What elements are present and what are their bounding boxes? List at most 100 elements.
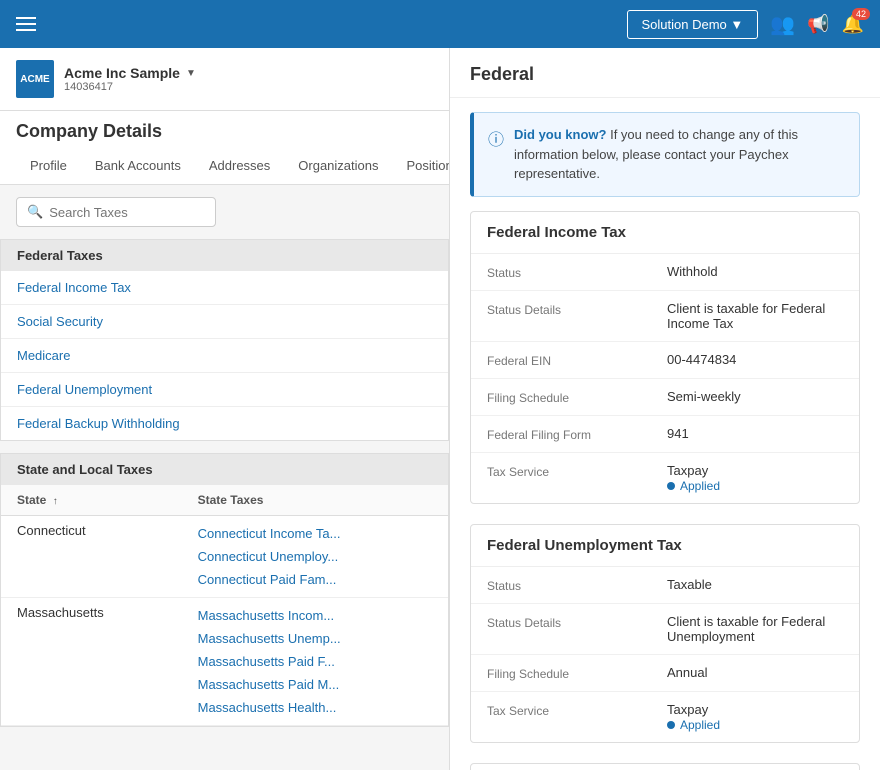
state-taxes-column-header: State Taxes: [182, 485, 448, 516]
search-wrapper: 🔍: [16, 197, 216, 227]
info-icon: ⓘ: [488, 126, 504, 150]
tab-profile[interactable]: Profile: [16, 150, 81, 184]
detail-value-status: Withhold: [667, 264, 843, 279]
state-massachusetts: Massachusetts: [1, 598, 182, 726]
detail-label: Tax Service: [487, 463, 667, 479]
federal-backup-withholding-card-title: Federal Backup Withholding: [471, 764, 859, 770]
detail-value-ein: 00-4474834: [667, 352, 843, 367]
people-icon[interactable]: 👥: [770, 12, 795, 37]
detail-row-ein: Federal EIN 00-4474834: [471, 342, 859, 379]
tab-positions[interactable]: Positions: [393, 150, 451, 184]
tax-item-federal-income[interactable]: Federal Income Tax: [1, 271, 448, 305]
detail-value-status-details: Client is taxable for Federal Unemployme…: [667, 614, 843, 644]
company-id: 14036417: [64, 81, 196, 93]
detail-label: Filing Schedule: [487, 665, 667, 681]
federal-taxes-section: Federal Taxes Federal Income Tax Social …: [0, 239, 449, 441]
massachusetts-taxes: Massachusetts Incom... Massachusetts Une…: [182, 598, 448, 726]
detail-row-tax-service: Tax Service Taxpay Applied: [471, 692, 859, 742]
content-area: ACME Acme Inc Sample ▼ 14036417 Company …: [0, 48, 880, 770]
detail-row-filing-schedule: Filing Schedule Annual: [471, 655, 859, 692]
detail-label: Status: [487, 264, 667, 280]
detail-row-tax-service: Tax Service Taxpay Applied: [471, 453, 859, 503]
detail-value-filing-schedule: Annual: [667, 665, 843, 680]
ma-unemploy-link[interactable]: Massachusetts Unemp...: [198, 628, 432, 649]
detail-value-filing-schedule: Semi-weekly: [667, 389, 843, 404]
tab-organizations[interactable]: Organizations: [284, 150, 392, 184]
detail-label: Federal EIN: [487, 352, 667, 368]
tax-item-federal-backup[interactable]: Federal Backup Withholding: [1, 407, 448, 440]
company-logo: ACME: [16, 60, 54, 98]
ma-paid-m-link[interactable]: Massachusetts Paid M...: [198, 674, 432, 695]
detail-value-tax-service: Taxpay Applied: [667, 702, 843, 732]
left-panel: ACME Acme Inc Sample ▼ 14036417 Company …: [0, 48, 450, 770]
federal-unemployment-tax-card-title: Federal Unemployment Tax: [471, 525, 859, 567]
detail-row-filing-schedule: Filing Schedule Semi-weekly: [471, 379, 859, 416]
detail-value-status: Taxable: [667, 577, 843, 592]
tabs: Profile Bank Accounts Addresses Organiza…: [16, 150, 433, 184]
detail-label: Filing Schedule: [487, 389, 667, 405]
solution-demo-button[interactable]: Solution Demo ▼: [627, 10, 759, 39]
company-name[interactable]: Acme Inc Sample ▼: [64, 65, 196, 81]
ct-paid-fam-link[interactable]: Connecticut Paid Fam...: [198, 569, 432, 590]
right-panel-title: Federal: [470, 64, 860, 85]
detail-label: Federal Filing Form: [487, 426, 667, 442]
ct-income-tax-link[interactable]: Connecticut Income Ta...: [198, 523, 432, 544]
nav-left: [16, 17, 36, 31]
info-banner-text: Did you know? If you need to change any …: [514, 125, 845, 184]
detail-value-tax-service: Taxpay Applied: [667, 463, 843, 493]
notification-badge: 42: [852, 8, 870, 20]
ma-income-link[interactable]: Massachusetts Incom...: [198, 605, 432, 626]
tax-item-social-security[interactable]: Social Security: [1, 305, 448, 339]
detail-row-status: Status Taxable: [471, 567, 859, 604]
search-icon: 🔍: [27, 204, 43, 220]
page-title: Company Details: [16, 121, 433, 142]
megaphone-icon[interactable]: 📢: [807, 14, 829, 35]
detail-value-status-details: Client is taxable for Federal Income Tax: [667, 301, 843, 331]
table-row: Massachusetts Massachusetts Incom... Mas…: [1, 598, 448, 726]
detail-label: Status Details: [487, 614, 667, 630]
did-you-know-label: Did you know?: [514, 127, 606, 142]
table-row: Connecticut Connecticut Income Ta... Con…: [1, 516, 448, 598]
detail-label: Status: [487, 577, 667, 593]
detail-row-status-details: Status Details Client is taxable for Fed…: [471, 604, 859, 655]
tab-bank-accounts[interactable]: Bank Accounts: [81, 150, 195, 184]
federal-backup-withholding-card: Federal Backup Withholding Status Taxabl…: [470, 763, 860, 770]
state-table: State ↑ State Taxes Connecticut Connecti…: [1, 485, 448, 726]
detail-row-status: Status Withhold: [471, 254, 859, 291]
applied-dot: [667, 721, 675, 729]
state-column-header[interactable]: State ↑: [1, 485, 182, 516]
ma-paid-f-link[interactable]: Massachusetts Paid F...: [198, 651, 432, 672]
sort-icon: ↑: [53, 496, 58, 507]
search-input[interactable]: [49, 205, 205, 220]
connecticut-taxes: Connecticut Income Ta... Connecticut Une…: [182, 516, 448, 598]
applied-badge: Applied: [667, 718, 720, 732]
ct-unemploy-link[interactable]: Connecticut Unemploy...: [198, 546, 432, 567]
nav-right: Solution Demo ▼ 👥 📢 🔔 42: [627, 10, 865, 39]
company-header: ACME Acme Inc Sample ▼ 14036417: [0, 48, 449, 111]
tab-addresses[interactable]: Addresses: [195, 150, 284, 184]
applied-dot: [667, 482, 675, 490]
detail-row-status-details: Status Details Client is taxable for Fed…: [471, 291, 859, 342]
search-bar: 🔍: [0, 185, 449, 239]
federal-unemployment-tax-card: Federal Unemployment Tax Status Taxable …: [470, 524, 860, 743]
page-title-bar: Company Details Profile Bank Accounts Ad…: [0, 111, 449, 185]
notification-icon[interactable]: 🔔 42: [842, 14, 864, 35]
tax-item-federal-unemployment[interactable]: Federal Unemployment: [1, 373, 448, 407]
info-banner: ⓘ Did you know? If you need to change an…: [470, 112, 860, 197]
state-local-taxes-header: State and Local Taxes: [1, 454, 448, 485]
tax-item-medicare[interactable]: Medicare: [1, 339, 448, 373]
federal-income-tax-card: Federal Income Tax Status Withhold Statu…: [470, 211, 860, 504]
applied-badge: Applied: [667, 479, 720, 493]
chevron-down-icon: ▼: [186, 68, 196, 79]
hamburger-menu-button[interactable]: [16, 17, 36, 31]
state-connecticut: Connecticut: [1, 516, 182, 598]
ma-health-link[interactable]: Massachusetts Health...: [198, 697, 432, 718]
state-local-taxes-section: State and Local Taxes State ↑ State Taxe…: [0, 453, 449, 727]
detail-label: Tax Service: [487, 702, 667, 718]
federal-income-tax-card-title: Federal Income Tax: [471, 212, 859, 254]
right-panel-header: Federal: [450, 48, 880, 98]
company-info: Acme Inc Sample ▼ 14036417: [64, 65, 196, 93]
detail-row-filing-form: Federal Filing Form 941: [471, 416, 859, 453]
federal-taxes-header: Federal Taxes: [1, 240, 448, 271]
detail-label: Status Details: [487, 301, 667, 317]
